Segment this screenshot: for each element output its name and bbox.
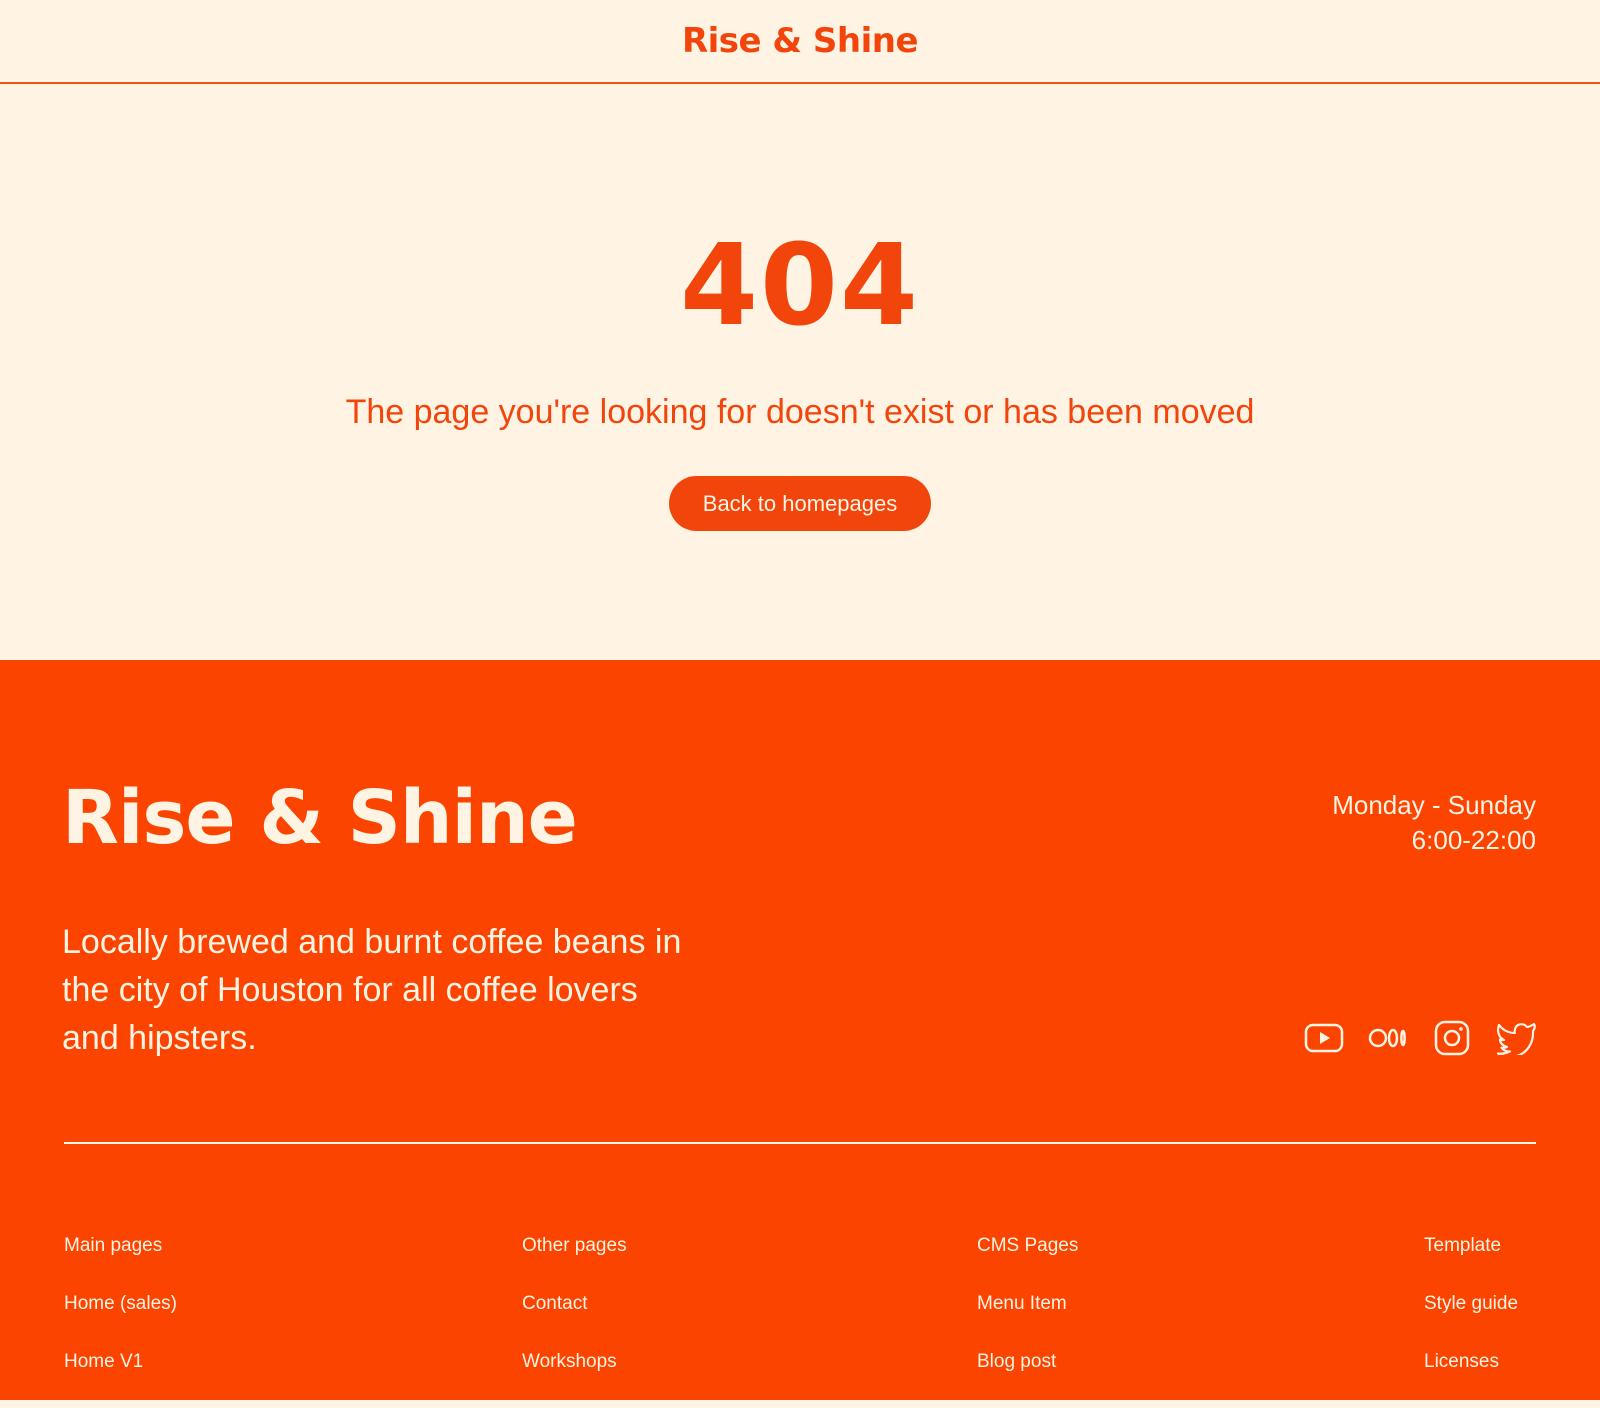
opening-time: 6:00-22:00 (1411, 825, 1536, 855)
instagram-icon[interactable] (1432, 1018, 1472, 1058)
medium-icon[interactable] (1368, 1018, 1408, 1058)
brand-logo-link[interactable]: Rise & Shine (682, 21, 919, 61)
social-links (1304, 1018, 1536, 1058)
twitter-icon[interactable] (1496, 1018, 1536, 1058)
footer-column-title: CMS Pages (977, 1235, 1079, 1256)
footer-link-workshops[interactable]: Workshops (522, 1350, 627, 1374)
footer-column-title: Template (1424, 1235, 1502, 1256)
footer-brand: Rise & Shine (62, 775, 578, 861)
footer-link-licenses[interactable]: Licenses (1424, 1350, 1518, 1374)
error-code: 404 (680, 221, 920, 351)
youtube-icon[interactable] (1304, 1018, 1344, 1058)
footer-column-cms-pages: CMS Pages Menu Item Blog post (977, 1234, 1078, 1408)
footer-link-contact[interactable]: Contact (522, 1292, 627, 1316)
footer-tagline: Locally brewed and burnt coffee beans in… (62, 923, 682, 1057)
back-to-homepage-button[interactable]: Back to homepages (668, 476, 932, 531)
footer-link-style-guide[interactable]: Style guide (1424, 1292, 1518, 1316)
footer-link-columns: Main pages Home (sales) Home V1 Other pa… (64, 1234, 1536, 1400)
footer-column-template: Template Style guide Licenses (1424, 1234, 1518, 1408)
footer-column-other-pages: Other pages Contact Workshops (522, 1234, 627, 1408)
footer-column-main-pages: Main pages Home (sales) Home V1 (64, 1234, 177, 1408)
error-message: The page you're looking for doesn't exis… (345, 393, 1255, 431)
top-navbar: Rise & Shine (0, 0, 1600, 84)
footer-column-title: Other pages (522, 1235, 627, 1256)
opening-days: Monday - Sunday (1332, 790, 1536, 820)
footer: Rise & Shine Monday - Sunday 6:00-22:00 … (0, 660, 1600, 1400)
footer-link-home-sales[interactable]: Home (sales) (64, 1292, 177, 1316)
footer-link-menu-item[interactable]: Menu Item (977, 1292, 1078, 1316)
not-found-section: 404 The page you're looking for doesn't … (0, 84, 1600, 660)
footer-link-blog-post[interactable]: Blog post (977, 1350, 1078, 1374)
footer-divider (64, 1142, 1536, 1144)
footer-column-title: Main pages (64, 1235, 163, 1256)
footer-link-home-v1[interactable]: Home V1 (64, 1350, 177, 1374)
opening-hours: Monday - Sunday 6:00-22:00 (1332, 788, 1536, 858)
